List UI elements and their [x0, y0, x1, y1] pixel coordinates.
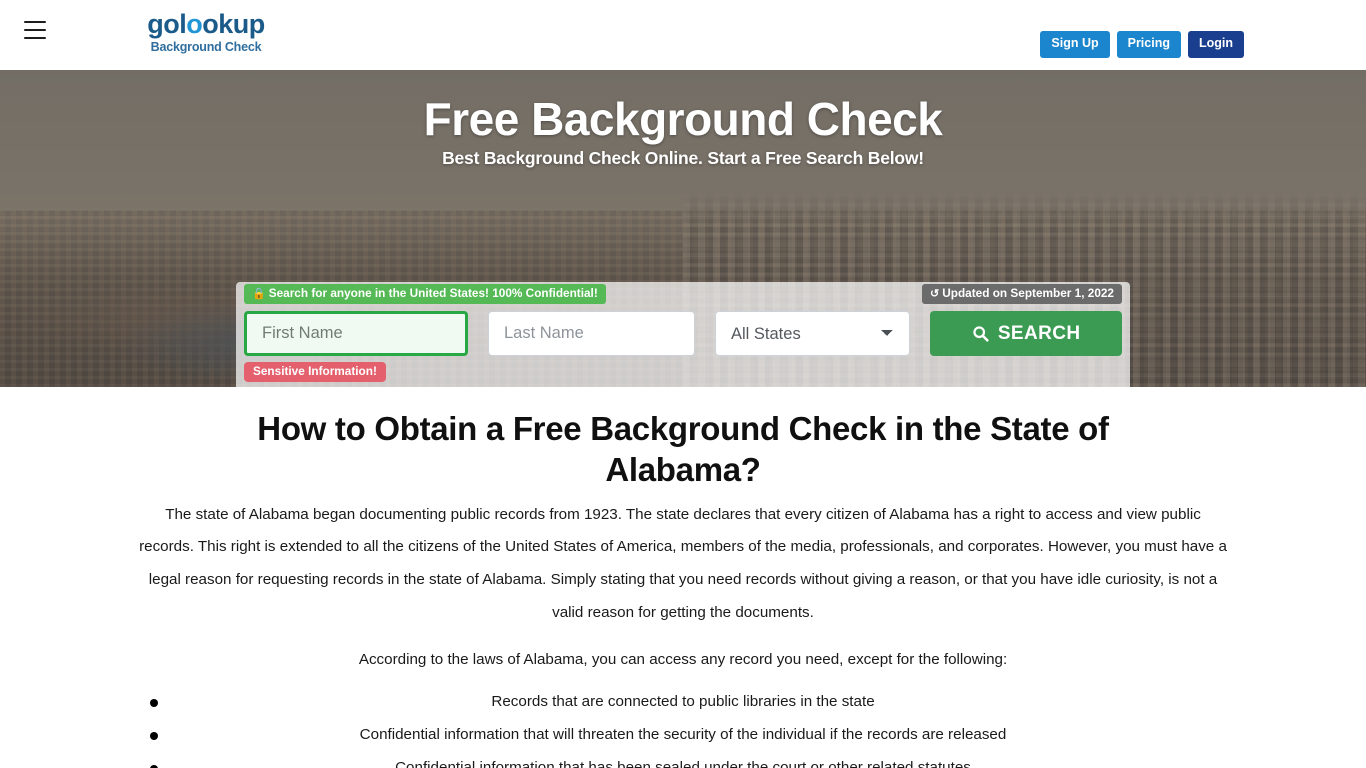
- site-header: golookup Background Check Sign Up Pricin…: [0, 0, 1366, 70]
- magnifier-icon: [973, 326, 989, 342]
- logo-text-part1: gol: [147, 9, 187, 39]
- article-paragraph: According to the laws of Alabama, you ca…: [358, 650, 1008, 668]
- search-widget: 🔒 Search for anyone in the United States!…: [236, 282, 1130, 387]
- page-subtitle: Best Background Check Online. Start a Fr…: [442, 148, 924, 168]
- sign-up-button[interactable]: Sign Up: [1040, 31, 1110, 58]
- logo-tagline: Background Check: [150, 40, 262, 54]
- hero-content: Free Background Check Best Background Ch…: [0, 70, 1366, 169]
- list-item: Confidential information that will threa…: [138, 719, 1228, 752]
- logo-lens-icon: o: [186, 9, 203, 39]
- hamburger-bar: [24, 21, 46, 23]
- hamburger-bar: [24, 37, 46, 39]
- site-logo[interactable]: golookup Background Check: [138, 11, 274, 54]
- article-heading: How to Obtain a Free Background Check in…: [257, 410, 1109, 488]
- hero-section: Free Background Check Best Background Ch…: [0, 70, 1366, 387]
- confidential-badge: 🔒 Search for anyone in the United States!…: [244, 284, 606, 305]
- header-actions: Sign Up Pricing Login: [1040, 31, 1244, 58]
- logo-wordmark: golookup: [138, 11, 274, 38]
- search-badges: 🔒 Search for anyone in the United States!…: [236, 282, 1130, 305]
- search-fields-row: All States SEARCH: [236, 304, 1130, 356]
- login-button[interactable]: Login: [1187, 31, 1244, 58]
- updated-badge-label: Updated on September 1, 2022: [942, 286, 1114, 300]
- article-paragraph: The state of Alabama began documenting p…: [139, 505, 1227, 621]
- sensitive-row: Sensitive Information!: [236, 356, 1130, 382]
- search-button-label: SEARCH: [997, 322, 1081, 344]
- logo-text-part2: okup: [202, 9, 265, 39]
- state-select[interactable]: All States: [715, 311, 911, 356]
- sensitive-information-badge: Sensitive Information!: [244, 362, 386, 382]
- pricing-button[interactable]: Pricing: [1116, 31, 1181, 58]
- updated-badge: ↺ Updated on September 1, 2022: [922, 284, 1122, 305]
- list-item: Confidential information that has been s…: [138, 752, 1228, 768]
- page-title: Free Background Check: [423, 93, 943, 145]
- first-name-input[interactable]: [244, 311, 468, 356]
- article-body: The state of Alabama began documenting p…: [138, 491, 1228, 768]
- hamburger-icon[interactable]: [24, 21, 46, 39]
- refresh-icon: ↺: [930, 288, 940, 300]
- restricted-records-list: Records that are connected to public lib…: [138, 686, 1228, 768]
- search-button[interactable]: SEARCH: [930, 311, 1122, 356]
- list-item: Records that are connected to public lib…: [138, 686, 1228, 719]
- hamburger-bar: [24, 29, 46, 31]
- last-name-input[interactable]: [488, 311, 695, 356]
- confidential-badge-label: Search for anyone in the United States! …: [268, 286, 598, 300]
- article-section: How to Obtain a Free Background Check in…: [0, 387, 1366, 768]
- lock-icon: 🔒: [252, 288, 266, 300]
